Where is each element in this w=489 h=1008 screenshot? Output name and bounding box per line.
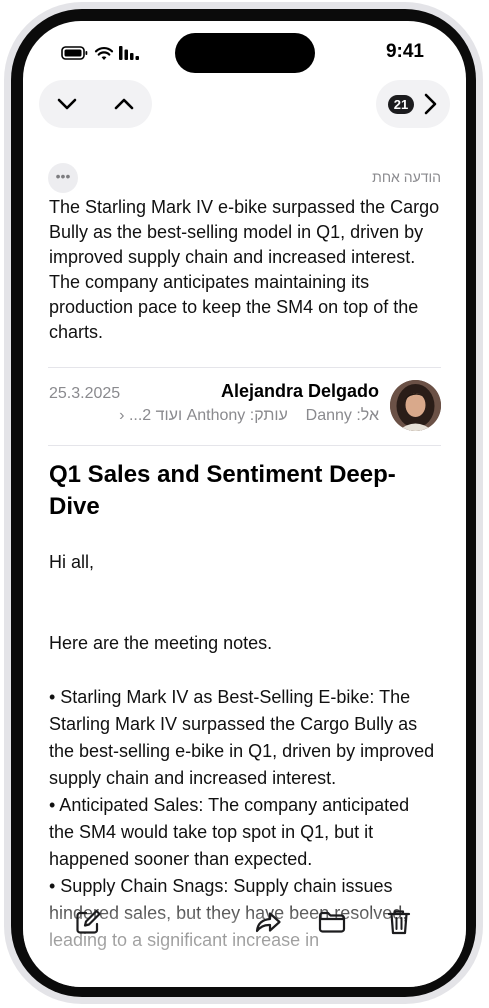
- to-recipient[interactable]: Danny: [306, 407, 352, 424]
- forward-icon[interactable]: [253, 907, 283, 937]
- cc-label: עותק:: [249, 407, 288, 424]
- avatar-photo: [390, 380, 441, 431]
- battery-icon: [61, 46, 88, 60]
- screen: 9:41 21 ••• הודעה אחת The Starling Mark …: [23, 21, 466, 987]
- ellipsis-icon: •••: [55, 168, 71, 184]
- intro: Here are the meeting notes.: [49, 633, 273, 653]
- folder-icon[interactable]: [317, 907, 347, 937]
- avatar[interactable]: [390, 380, 441, 431]
- chevron-down-icon[interactable]: [55, 92, 79, 116]
- wifi-icon: [94, 47, 114, 60]
- status-time: 9:41: [385, 41, 424, 62]
- message-count-badge: 21: [387, 94, 415, 114]
- chevron-up-icon[interactable]: [112, 92, 136, 116]
- divider: [48, 367, 441, 368]
- bullet-item: • Starling Mark IV as Best-Selling E-bik…: [49, 687, 435, 788]
- message-subject: Q1 Sales and Sentiment Deep-Dive: [49, 461, 396, 520]
- trash-icon[interactable]: [384, 907, 414, 937]
- more-options-button[interactable]: •••: [48, 163, 78, 193]
- mailbox-nav-pill[interactable]: 21: [376, 80, 450, 128]
- thread-summary: The Starling Mark IV e-bike surpassed th…: [49, 197, 440, 342]
- cellular-icon: [119, 46, 139, 60]
- sender-name[interactable]: Alejandra Delgado: [221, 381, 379, 402]
- bullet-item: • Anticipated Sales: The company anticip…: [49, 795, 410, 869]
- to-label: אל:: [356, 407, 379, 424]
- chevron-right-icon[interactable]: [422, 92, 438, 116]
- cc-recipient[interactable]: Anthony: [187, 407, 246, 424]
- recipients-line[interactable]: אל: Danny עותק: Anthony ועוד 2... ‹: [119, 407, 379, 425]
- more-recipients[interactable]: ועוד 2...: [129, 407, 182, 424]
- thread-count-label: הודעה אחת: [372, 169, 441, 185]
- status-icons: [61, 46, 139, 60]
- greeting: Hi all,: [49, 552, 95, 572]
- compose-icon[interactable]: [73, 907, 103, 937]
- chevron-left-icon[interactable]: ‹: [119, 407, 124, 424]
- message-nav-pill: [39, 80, 152, 128]
- dynamic-island: [175, 33, 315, 73]
- message-date: 25.3.2025: [49, 385, 121, 402]
- bottom-toolbar: [23, 891, 466, 987]
- thread-header: ••• הודעה אחת: [48, 163, 441, 193]
- divider: [48, 445, 441, 446]
